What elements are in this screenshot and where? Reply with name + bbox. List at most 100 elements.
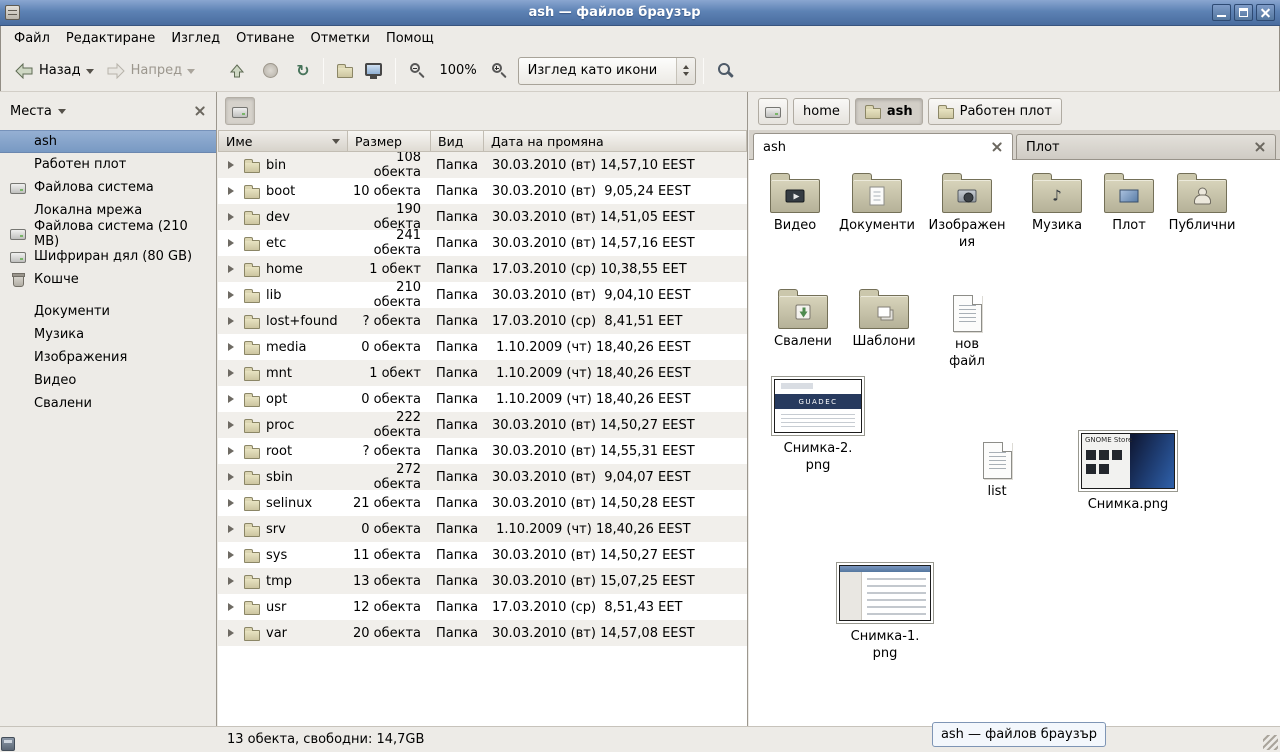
table-row[interactable]: root ? обекта Папка 30.03.2010 (вт) 14,5… xyxy=(218,438,747,464)
tab-close-icon[interactable] xyxy=(991,141,1003,153)
icon-view[interactable]: Видео Документи Изображен ия ♪ Музика Пл… xyxy=(749,160,1280,726)
table-row[interactable]: sys 11 обекта Папка 30.03.2010 (вт) 14,5… xyxy=(218,542,747,568)
minimize-button[interactable] xyxy=(1212,4,1231,21)
expander-icon[interactable] xyxy=(228,265,238,273)
sidebar-item[interactable]: Свалени xyxy=(0,392,216,415)
pathbar-current-button[interactable]: ash xyxy=(855,98,923,125)
zoom-in-button[interactable] xyxy=(485,57,514,84)
tab-ash[interactable]: ash xyxy=(753,133,1013,160)
expander-icon[interactable] xyxy=(228,473,238,481)
table-row[interactable]: lost+found ? обекта Папка 17.03.2010 (ср… xyxy=(218,308,747,334)
table-row[interactable]: boot 10 обекта Папка 30.03.2010 (вт) 9,0… xyxy=(218,178,747,204)
table-row[interactable]: tmp 13 обекта Папка 30.03.2010 (вт) 15,0… xyxy=(218,568,747,594)
table-row[interactable]: srv 0 обекта Папка 1.10.2009 (чт) 18,40,… xyxy=(218,516,747,542)
expander-icon[interactable] xyxy=(228,239,238,247)
expander-icon[interactable] xyxy=(228,551,238,559)
table-row[interactable]: usr 12 обекта Папка 17.03.2010 (ср) 8,51… xyxy=(218,594,747,620)
icon-item-video[interactable]: Видео xyxy=(765,170,825,235)
sidebar-item[interactable]: Изображения xyxy=(0,346,216,369)
close-button[interactable] xyxy=(1256,4,1275,21)
table-row[interactable]: media 0 обекта Папка 1.10.2009 (чт) 18,4… xyxy=(218,334,747,360)
menu-item[interactable]: Редактиране xyxy=(58,28,163,49)
table-row[interactable]: opt 0 обекта Папка 1.10.2009 (чт) 18,40,… xyxy=(218,386,747,412)
maximize-button[interactable] xyxy=(1234,4,1253,21)
table-row[interactable]: mnt 1 обект Папка 1.10.2009 (чт) 18,40,2… xyxy=(218,360,747,386)
expander-icon[interactable] xyxy=(228,525,238,533)
sidebar-item[interactable]: Кошче xyxy=(0,268,216,291)
column-header-name[interactable]: Име xyxy=(218,130,348,152)
menu-item[interactable]: Отиване xyxy=(228,28,302,49)
expander-icon[interactable] xyxy=(228,187,238,195)
menu-item[interactable]: Изглед xyxy=(163,28,228,49)
up-button[interactable] xyxy=(223,58,251,84)
expander-icon[interactable] xyxy=(228,213,238,221)
sidebar-item[interactable]: Шифриран дял (80 GB) xyxy=(0,245,216,268)
table-row[interactable]: dev 190 обекта Папка 30.03.2010 (вт) 14,… xyxy=(218,204,747,230)
reload-button[interactable]: ↻ xyxy=(290,58,315,84)
pathbar-home-button[interactable]: home xyxy=(793,98,850,125)
pathbar-root-button[interactable] xyxy=(225,97,255,125)
expander-icon[interactable] xyxy=(228,447,238,455)
panel-window-list-icon[interactable] xyxy=(1,737,15,751)
icon-item-public[interactable]: Публични xyxy=(1167,170,1237,235)
icon-item-pictures[interactable]: Изображен ия xyxy=(927,170,1007,252)
view-mode-select[interactable]: Изглед като икони xyxy=(518,57,696,85)
column-header-date[interactable]: Дата на промяна xyxy=(484,130,747,152)
resize-grip[interactable] xyxy=(1263,735,1278,750)
menu-item[interactable]: Файл xyxy=(6,28,58,49)
icon-item-documents[interactable]: Документи xyxy=(837,170,917,235)
sidebar-item[interactable]: ash xyxy=(0,130,216,153)
table-row[interactable]: etc 241 обекта Папка 30.03.2010 (вт) 14,… xyxy=(218,230,747,256)
table-row[interactable]: home 1 обект Папка 17.03.2010 (ср) 10,38… xyxy=(218,256,747,282)
table-row[interactable]: sbin 272 обекта Папка 30.03.2010 (вт) 9,… xyxy=(218,464,747,490)
titlebar[interactable]: ash — файлов браузър xyxy=(0,0,1280,26)
sidebar-item[interactable]: Работен плот xyxy=(0,153,216,176)
places-close-button[interactable] xyxy=(194,105,206,117)
sidebar-item[interactable]: Музика xyxy=(0,323,216,346)
column-header-size[interactable]: Размер xyxy=(348,130,431,152)
back-button[interactable]: Назад xyxy=(8,58,100,84)
expander-icon[interactable] xyxy=(228,577,238,585)
zoom-out-button[interactable] xyxy=(403,57,432,84)
icon-item-templates[interactable]: Шаблони xyxy=(851,286,917,351)
table-row[interactable]: proc 222 обекта Папка 30.03.2010 (вт) 14… xyxy=(218,412,747,438)
table-row[interactable]: selinux 21 обекта Папка 30.03.2010 (вт) … xyxy=(218,490,747,516)
expander-icon[interactable] xyxy=(228,161,238,169)
expander-icon[interactable] xyxy=(228,499,238,507)
forward-button[interactable]: Напред xyxy=(100,58,201,84)
pathbar-root-button[interactable] xyxy=(758,98,788,125)
expander-icon[interactable] xyxy=(228,395,238,403)
icon-item-downloads[interactable]: Свалени xyxy=(771,286,835,351)
sidebar-item[interactable]: Видео xyxy=(0,369,216,392)
computer-button[interactable] xyxy=(359,60,388,81)
menu-item[interactable]: Помощ xyxy=(378,28,442,49)
home-button[interactable] xyxy=(331,58,359,83)
menu-item[interactable]: Отметки xyxy=(302,28,377,49)
table-row[interactable]: lib 210 обекта Папка 30.03.2010 (вт) 9,0… xyxy=(218,282,747,308)
column-header-type[interactable]: Вид xyxy=(431,130,484,152)
expander-icon[interactable] xyxy=(228,369,238,377)
icon-item-snimka[interactable]: GNOME Store Снимка.png xyxy=(1075,430,1181,514)
sidebar-item[interactable]: Файлова система (210 MB) xyxy=(0,222,216,245)
tab-close-icon[interactable] xyxy=(1254,141,1266,153)
expander-icon[interactable] xyxy=(228,421,238,429)
icon-item-snimka1[interactable]: Снимка-1. png xyxy=(833,562,937,663)
sidebar-item[interactable]: Файлова система xyxy=(0,176,216,199)
table-row[interactable]: bin 108 обекта Папка 30.03.2010 (вт) 14,… xyxy=(218,152,747,178)
expander-icon[interactable] xyxy=(228,603,238,611)
search-button[interactable] xyxy=(711,57,740,84)
table-row[interactable]: var 20 обекта Папка 30.03.2010 (вт) 14,5… xyxy=(218,620,747,646)
icon-item-music[interactable]: ♪ Музика xyxy=(1025,170,1089,235)
expander-icon[interactable] xyxy=(228,343,238,351)
places-header[interactable]: Места xyxy=(0,92,216,130)
sidebar-item[interactable]: Документи xyxy=(0,300,216,323)
expander-icon[interactable] xyxy=(228,291,238,299)
pathbar-desktop-button[interactable]: Работен плот xyxy=(928,98,1062,125)
icon-item-desktop[interactable]: Плот xyxy=(1101,170,1157,235)
expander-icon[interactable] xyxy=(228,629,238,637)
stop-button[interactable] xyxy=(257,58,284,83)
icon-item-snimka2[interactable]: GUADEC Снимка-2. png xyxy=(767,376,869,475)
icon-item-list[interactable]: list xyxy=(973,442,1021,501)
expander-icon[interactable] xyxy=(228,317,238,325)
icon-item-new-file[interactable]: нов файл xyxy=(935,286,999,371)
